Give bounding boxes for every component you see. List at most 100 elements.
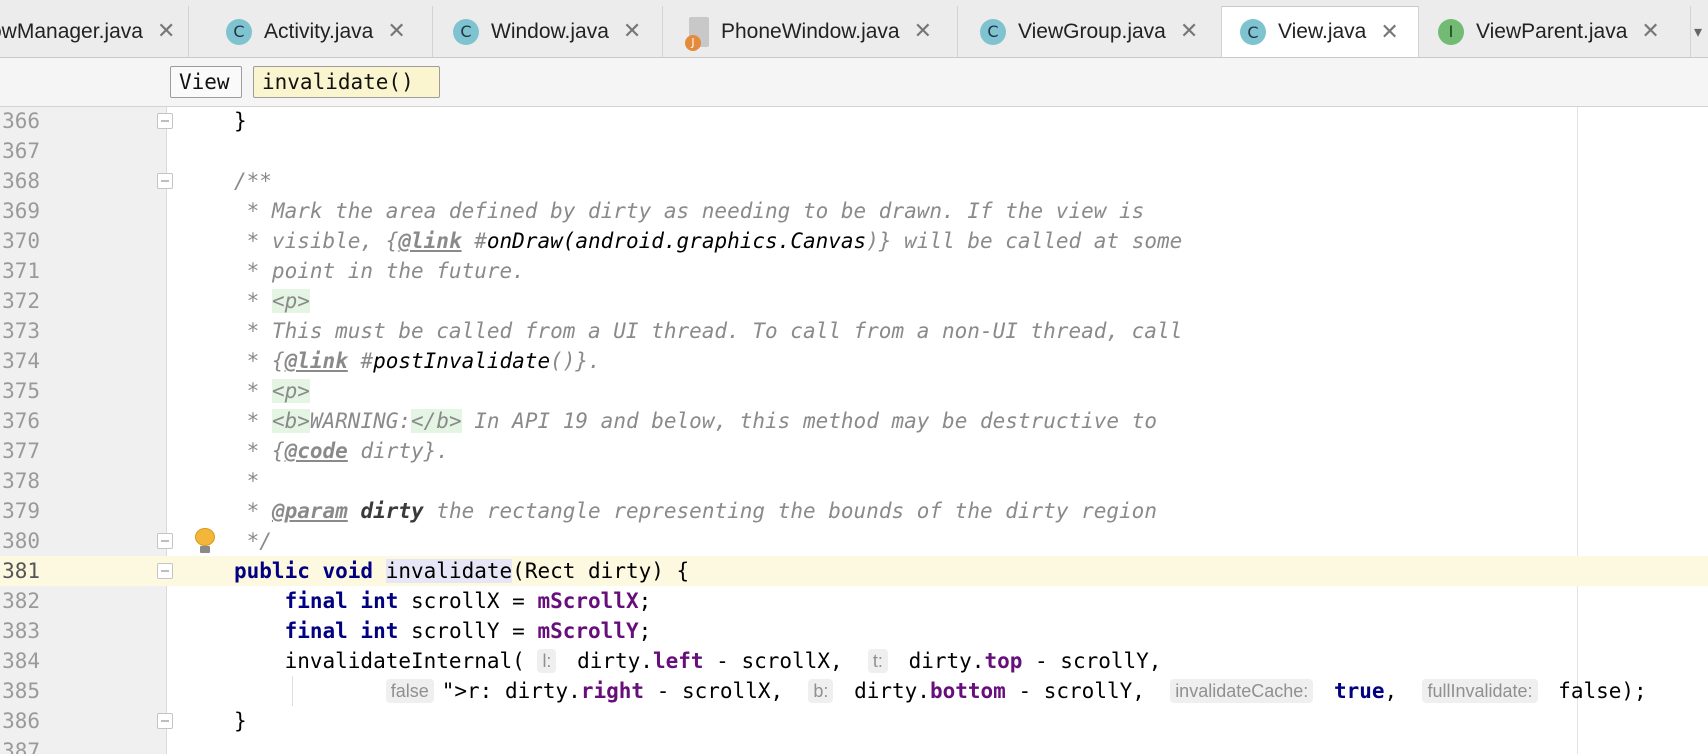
code-editor[interactable]: 366 } 367 368 /** 369 * Mark the area de… — [0, 107, 1708, 754]
field-ref: bottom — [929, 679, 1006, 703]
param-hint: t: — [867, 649, 888, 673]
line-text: * visible, {@link #onDraw(android.graphi… — [234, 229, 1183, 253]
code-line: 370 * visible, {@link #onDraw(android.gr… — [0, 226, 1708, 256]
line-number: 367 — [2, 139, 40, 163]
interface-icon: I — [1438, 18, 1464, 45]
code-line: 367 — [0, 136, 1708, 166]
line-text: final int scrollY = mScrollY; — [284, 619, 652, 643]
fold-end-icon[interactable] — [157, 713, 173, 729]
close-icon[interactable]: ✕ — [387, 19, 405, 44]
fold-start-icon[interactable] — [157, 173, 173, 189]
code-line: 368 /** — [0, 166, 1708, 196]
code-line: 372 * <p> — [0, 286, 1708, 316]
line-text: * <p> — [234, 379, 310, 403]
indent-guide — [292, 676, 293, 706]
tab-label: PhoneWindow.java — [721, 19, 900, 43]
line-text: } — [234, 109, 247, 133]
code-line: 373 * This must be called from a UI thre… — [0, 316, 1708, 346]
breadcrumb: View invalidate() — [0, 58, 1708, 107]
tab-view[interactable]: C View.java ✕ — [1222, 6, 1419, 57]
tab-viewgroup[interactable]: C ViewGroup.java ✕ — [958, 6, 1222, 57]
class-icon: C — [226, 18, 252, 45]
breadcrumb-class[interactable]: View — [170, 66, 242, 98]
line-text: * — [234, 469, 260, 493]
code-line: 386 } — [0, 706, 1708, 736]
line-text: * @param dirty the rectangle representin… — [234, 499, 1157, 523]
line-number: 373 — [2, 319, 40, 343]
tab-viewparent[interactable]: I ViewParent.java ✕ — [1419, 6, 1691, 57]
param-hint: false — [385, 679, 434, 703]
line-text: * This must be called from a UI thread. … — [234, 319, 1183, 343]
java-badge-icon: J — [685, 34, 701, 51]
line-number: 369 — [2, 199, 40, 223]
tab-label: Activity.java — [264, 19, 374, 43]
javadoc-tag: @link — [284, 349, 348, 373]
line-text: } — [234, 709, 247, 733]
line-text: final int scrollX = mScrollX; — [284, 589, 652, 613]
breadcrumb-method[interactable]: invalidate() — [253, 66, 440, 98]
close-icon[interactable]: ✕ — [914, 19, 932, 44]
tab-label: ViewGroup.java — [1018, 19, 1166, 43]
tab-label: owManager.java — [0, 19, 143, 43]
class-icon: C — [1240, 19, 1266, 45]
code-line: 382 final int scrollX = mScrollX; — [0, 586, 1708, 616]
close-icon[interactable]: ✕ — [1380, 20, 1398, 45]
tab-windowmanager[interactable]: owManager.java ✕ — [0, 6, 189, 57]
line-number: 387 — [2, 739, 40, 754]
fold-start-icon[interactable] — [157, 563, 173, 579]
tab-activity[interactable]: C Activity.java ✕ — [206, 6, 433, 57]
param-name: dirty — [347, 499, 437, 523]
tab-window[interactable]: C Window.java ✕ — [433, 6, 663, 57]
html-tag: <b> — [271, 409, 310, 433]
usage-highlight: invalidate — [385, 559, 513, 583]
line-number: 382 — [2, 589, 40, 613]
java-file-icon: J — [685, 16, 709, 51]
fold-end-icon[interactable] — [157, 113, 173, 129]
code-line: 384 invalidateInternal( l: dirty.left - … — [0, 646, 1708, 676]
line-text: * <b>WARNING:</b> In API 19 and below, t… — [234, 409, 1157, 433]
code-line: 380 */ — [0, 526, 1708, 556]
keyword: final int — [284, 589, 399, 613]
tab-list-menu-icon[interactable]: ▾ — [1694, 6, 1708, 57]
line-number: 372 — [2, 289, 40, 313]
html-tag: <p> — [271, 289, 310, 313]
field-ref: mScrollY — [537, 619, 639, 643]
line-number: 383 — [2, 619, 40, 643]
html-tag: <p> — [271, 379, 310, 403]
line-number: 384 — [2, 649, 40, 673]
line-number: 379 — [2, 499, 40, 523]
close-icon[interactable]: ✕ — [1641, 19, 1659, 44]
javadoc-tag: @param — [271, 499, 348, 523]
line-number: 377 — [2, 439, 40, 463]
html-tag: </b> — [411, 409, 462, 433]
field-ref: right — [580, 679, 645, 703]
fold-end-icon[interactable] — [157, 533, 173, 549]
code-line: 385 false ">r: dirty.right - scrollX, b: … — [0, 676, 1708, 706]
line-text: * {@link #postInvalidate()}. — [234, 349, 601, 373]
class-icon: C — [453, 18, 479, 45]
tab-label: View.java — [1278, 20, 1367, 43]
param-hint: l: — [537, 649, 557, 673]
code-line: 387 — [0, 736, 1708, 754]
line-text: * {@code dirty}. — [234, 439, 449, 463]
close-icon[interactable]: ✕ — [1180, 19, 1198, 44]
code-line: 375 * <p> — [0, 376, 1708, 406]
class-icon: C — [980, 18, 1006, 45]
param-hint: invalidateCache: — [1170, 679, 1314, 703]
code-line: 376 * <b>WARNING:</b> In API 19 and belo… — [0, 406, 1708, 436]
line-text: invalidateInternal( l: dirty.left - scro… — [234, 649, 1162, 673]
code-line: 383 final int scrollY = mScrollY; — [0, 616, 1708, 646]
code-line: 378 * — [0, 466, 1708, 496]
param-hint: b: — [808, 679, 834, 703]
close-icon[interactable]: ✕ — [623, 19, 641, 44]
tab-label: ViewParent.java — [1476, 19, 1628, 43]
close-icon[interactable]: ✕ — [157, 19, 175, 44]
line-text: */ — [234, 529, 272, 553]
line-number: 380 — [2, 529, 40, 553]
editor-tab-bar: owManager.java ✕ C Activity.java ✕ C Win… — [0, 0, 1708, 58]
code-line: 381 public void invalidate(Rect dirty) { — [0, 556, 1708, 586]
line-number: 370 — [2, 229, 40, 253]
lightbulb-icon[interactable] — [193, 528, 217, 554]
tab-phonewindow[interactable]: J PhoneWindow.java ✕ — [663, 6, 958, 57]
line-text: public void invalidate(Rect dirty) { — [234, 559, 690, 583]
